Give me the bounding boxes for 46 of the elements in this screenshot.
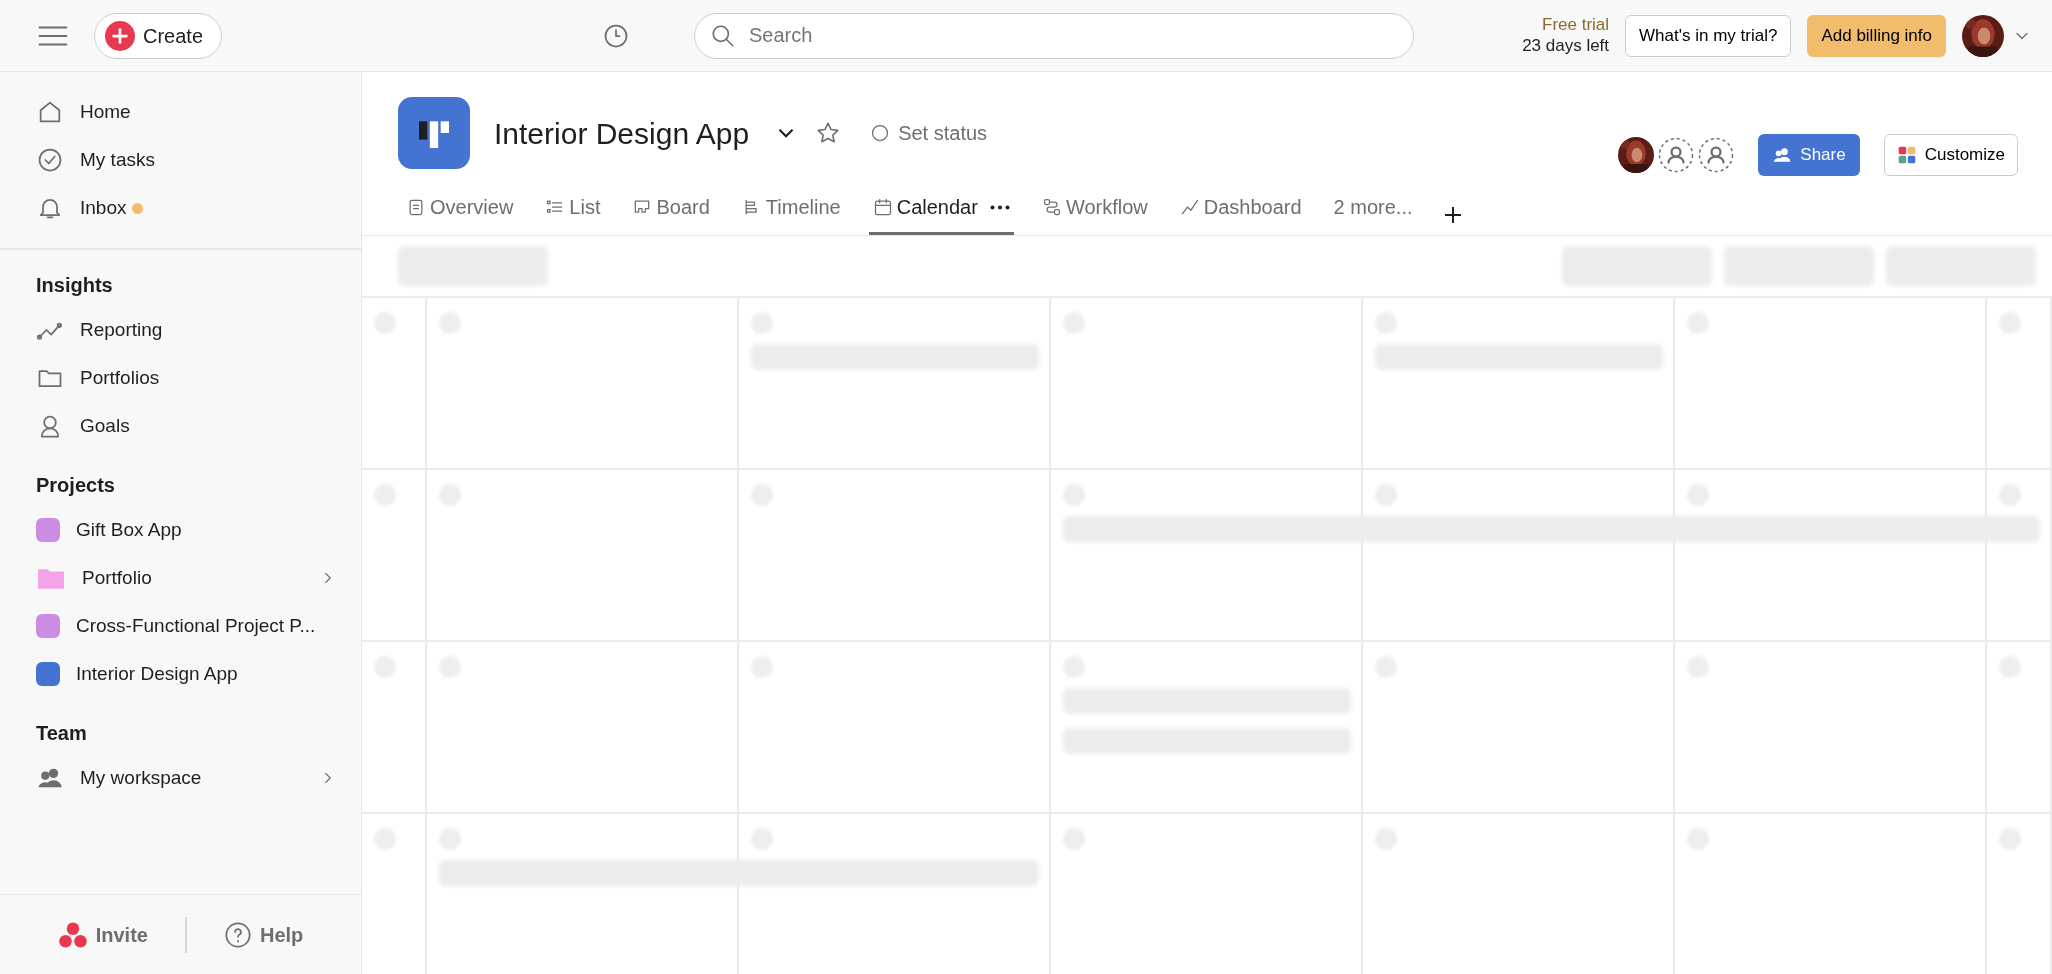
billing-button[interactable]: Add billing info <box>1807 14 1946 57</box>
invite-button[interactable]: Invite <box>44 912 161 957</box>
people-icon <box>1772 145 1793 165</box>
search-field[interactable]: Search <box>694 12 1415 59</box>
sidebar-item[interactable]: Reporting <box>0 306 361 354</box>
trial-label: Free trial <box>1541 15 1610 36</box>
customize-button[interactable]: Customize <box>1883 134 2018 176</box>
share-button[interactable]: Share <box>1758 134 1860 176</box>
sidebar-item[interactable]: My workspace <box>0 754 361 802</box>
grid-icon <box>1896 145 1917 165</box>
section-title: Projects <box>35 473 116 498</box>
add-member-icon <box>1658 137 1695 173</box>
help-button[interactable]: Help <box>210 912 317 957</box>
trial-days: 23 days left <box>1522 35 1610 56</box>
check-circle-icon <box>36 146 64 174</box>
tab[interactable]: Workflow <box>1037 186 1152 235</box>
sidebar-item[interactable]: Home <box>0 88 361 136</box>
sidebar-item[interactable]: Gift Box App <box>0 506 361 554</box>
tab[interactable]: Dashboard <box>1175 186 1306 235</box>
circle-icon <box>870 123 891 143</box>
sidebar-item[interactable]: Interior Design App <box>0 650 361 698</box>
sidebar-item[interactable]: Portfolio <box>0 554 361 602</box>
plus-icon <box>105 20 135 51</box>
sidebar-item[interactable]: Inbox <box>0 184 361 232</box>
trial-button[interactable]: What's in my trial? <box>1625 14 1792 57</box>
sidebar-item[interactable]: Cross-Functional Project P... <box>0 602 361 650</box>
sidebar-item[interactable]: Goals <box>0 402 361 450</box>
section-title: Team <box>35 721 88 746</box>
tab[interactable]: Overview <box>402 186 518 235</box>
help-icon <box>223 920 252 949</box>
tab[interactable]: Board <box>628 186 714 235</box>
sidebar-item[interactable]: My tasks <box>0 136 361 184</box>
tab[interactable]: Calendar <box>868 186 1014 235</box>
workflow-icon <box>1041 197 1062 217</box>
tab[interactable]: List <box>541 186 605 235</box>
calendar-icon <box>872 197 893 217</box>
create-button[interactable]: Create <box>94 12 223 59</box>
set-status-button[interactable]: Set status <box>857 111 1001 155</box>
tab[interactable]: 2 more... <box>1329 186 1417 235</box>
more-icon <box>989 204 1010 210</box>
sidebar-item[interactable]: Portfolios <box>0 354 361 402</box>
tab[interactable]: Timeline <box>737 186 845 235</box>
add-member-icon <box>1698 137 1735 173</box>
line-chart-icon <box>1179 197 1200 217</box>
section-title: Insights <box>35 273 114 298</box>
project-title: Interior Design App <box>494 115 750 152</box>
